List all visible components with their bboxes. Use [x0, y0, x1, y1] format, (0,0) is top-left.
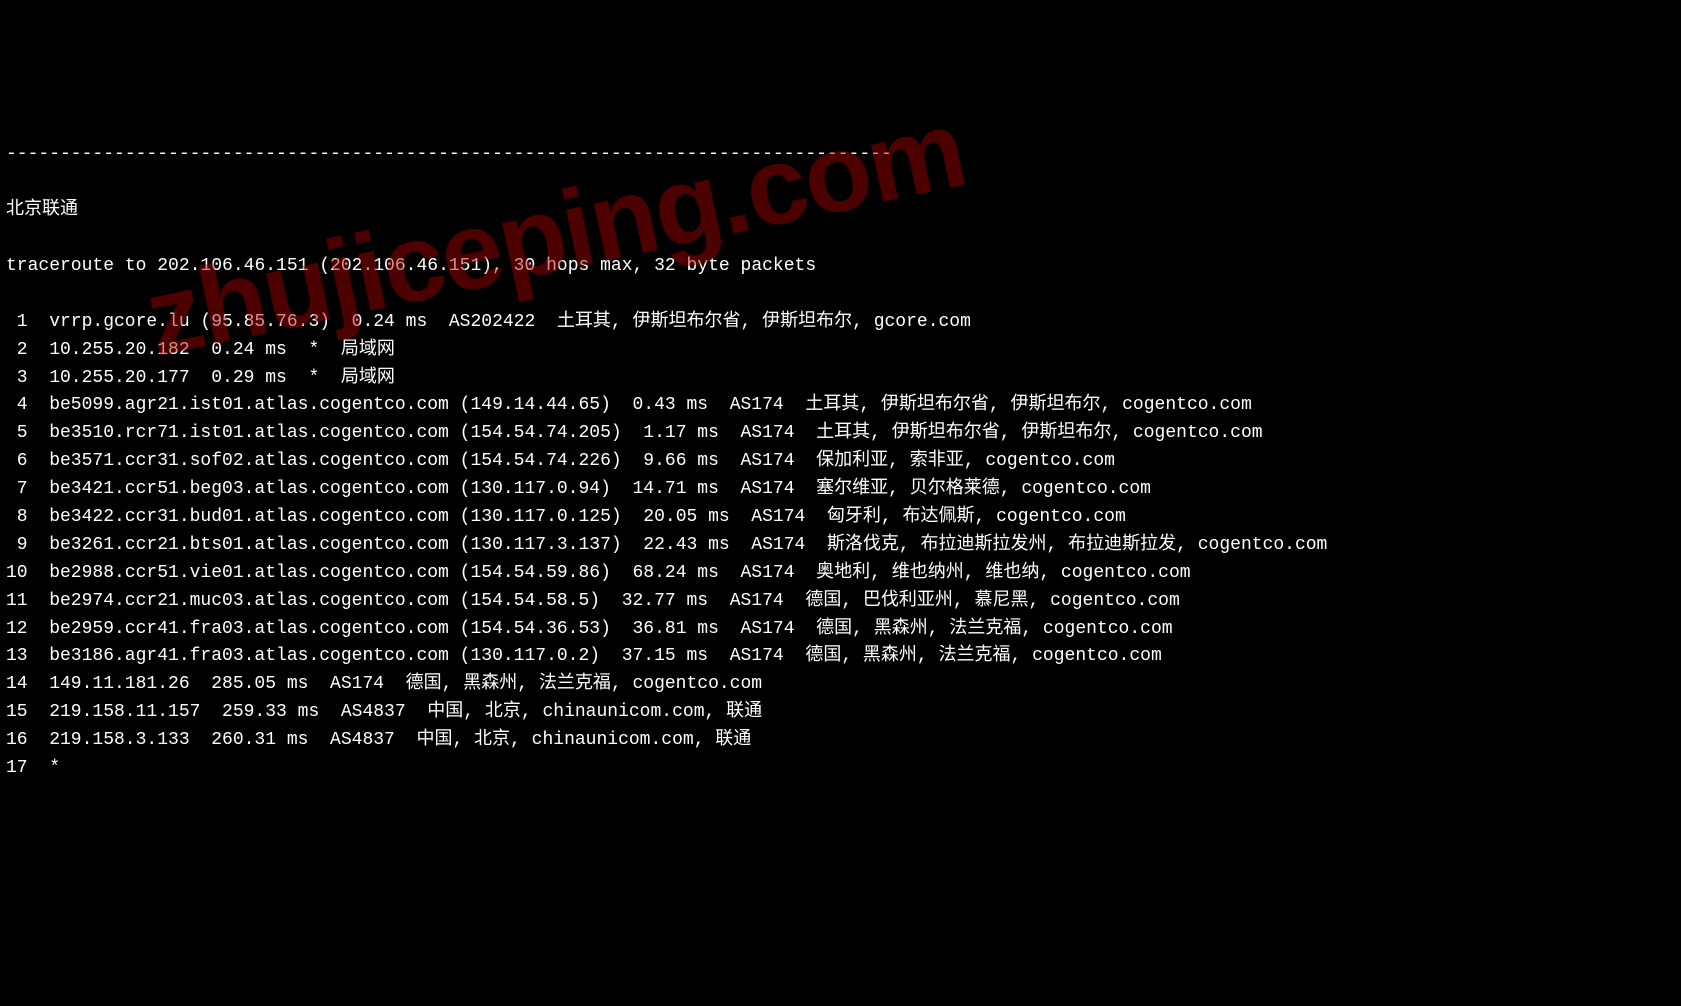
hop-row: 5 be3510.rcr71.ist01.atlas.cogentco.com …: [6, 420, 1675, 448]
hop-number: 1: [6, 309, 28, 337]
hop-number: 13: [6, 643, 28, 671]
hop-detail: 10.255.20.177 0.29 ms * 局域网: [28, 368, 395, 388]
hop-detail: be3422.ccr31.bud01.atlas.cogentco.com (1…: [28, 507, 1126, 527]
terminal-output: ----------------------------------------…: [6, 114, 1675, 811]
hop-row: 1 vrrp.gcore.lu (95.85.76.3) 0.24 ms AS2…: [6, 309, 1675, 337]
hop-row: 12 be2959.ccr41.fra03.atlas.cogentco.com…: [6, 616, 1675, 644]
hop-detail: be3261.ccr21.bts01.atlas.cogentco.com (1…: [28, 535, 1328, 555]
hop-row: 16 219.158.3.133 260.31 ms AS4837 中国, 北京…: [6, 727, 1675, 755]
divider-line: ----------------------------------------…: [6, 141, 1675, 169]
hop-detail: be3571.ccr31.sof02.atlas.cogentco.com (1…: [28, 451, 1115, 471]
hop-detail: be5099.agr21.ist01.atlas.cogentco.com (1…: [28, 395, 1252, 415]
hop-number: 6: [6, 448, 28, 476]
hop-row: 15 219.158.11.157 259.33 ms AS4837 中国, 北…: [6, 699, 1675, 727]
hop-row: 6 be3571.ccr31.sof02.atlas.cogentco.com …: [6, 448, 1675, 476]
hop-number: 4: [6, 392, 28, 420]
hop-detail: 219.158.3.133 260.31 ms AS4837 中国, 北京, c…: [28, 730, 752, 750]
hop-detail: be3510.rcr71.ist01.atlas.cogentco.com (1…: [28, 423, 1263, 443]
hop-row: 17 *: [6, 755, 1675, 783]
hop-detail: be2959.ccr41.fra03.atlas.cogentco.com (1…: [28, 619, 1173, 639]
hop-row: 14 149.11.181.26 285.05 ms AS174 德国, 黑森州…: [6, 671, 1675, 699]
hop-row: 3 10.255.20.177 0.29 ms * 局域网: [6, 365, 1675, 393]
hop-number: 10: [6, 560, 28, 588]
hop-number: 12: [6, 616, 28, 644]
hop-number: 2: [6, 337, 28, 365]
hop-number: 7: [6, 476, 28, 504]
hop-row: 8 be3422.ccr31.bud01.atlas.cogentco.com …: [6, 504, 1675, 532]
hop-detail: 10.255.20.182 0.24 ms * 局域网: [28, 340, 395, 360]
hop-row: 11 be2974.ccr21.muc03.atlas.cogentco.com…: [6, 588, 1675, 616]
hop-number: 14: [6, 671, 28, 699]
hop-number: 8: [6, 504, 28, 532]
hop-row: 2 10.255.20.182 0.24 ms * 局域网: [6, 337, 1675, 365]
hop-number: 15: [6, 699, 28, 727]
hop-number: 16: [6, 727, 28, 755]
hop-number: 3: [6, 365, 28, 393]
hop-detail: vrrp.gcore.lu (95.85.76.3) 0.24 ms AS202…: [28, 312, 971, 332]
hop-row: 4 be5099.agr21.ist01.atlas.cogentco.com …: [6, 392, 1675, 420]
hop-row: 7 be3421.ccr51.beg03.atlas.cogentco.com …: [6, 476, 1675, 504]
hop-number: 17: [6, 755, 28, 783]
hop-detail: be2988.ccr51.vie01.atlas.cogentco.com (1…: [28, 563, 1191, 583]
hop-detail: be2974.ccr21.muc03.atlas.cogentco.com (1…: [28, 591, 1180, 611]
hop-number: 5: [6, 420, 28, 448]
hop-row: 13 be3186.agr41.fra03.atlas.cogentco.com…: [6, 643, 1675, 671]
hop-row: 10 be2988.ccr51.vie01.atlas.cogentco.com…: [6, 560, 1675, 588]
trace-title: 北京联通: [6, 197, 1675, 225]
hop-detail: be3186.agr41.fra03.atlas.cogentco.com (1…: [28, 646, 1162, 666]
hop-detail: 149.11.181.26 285.05 ms AS174 德国, 黑森州, 法…: [28, 674, 763, 694]
hop-detail: be3421.ccr51.beg03.atlas.cogentco.com (1…: [28, 479, 1151, 499]
trace-header: traceroute to 202.106.46.151 (202.106.46…: [6, 253, 1675, 281]
hop-detail: *: [28, 758, 60, 778]
hop-number: 11: [6, 588, 28, 616]
hop-detail: 219.158.11.157 259.33 ms AS4837 中国, 北京, …: [28, 702, 763, 722]
